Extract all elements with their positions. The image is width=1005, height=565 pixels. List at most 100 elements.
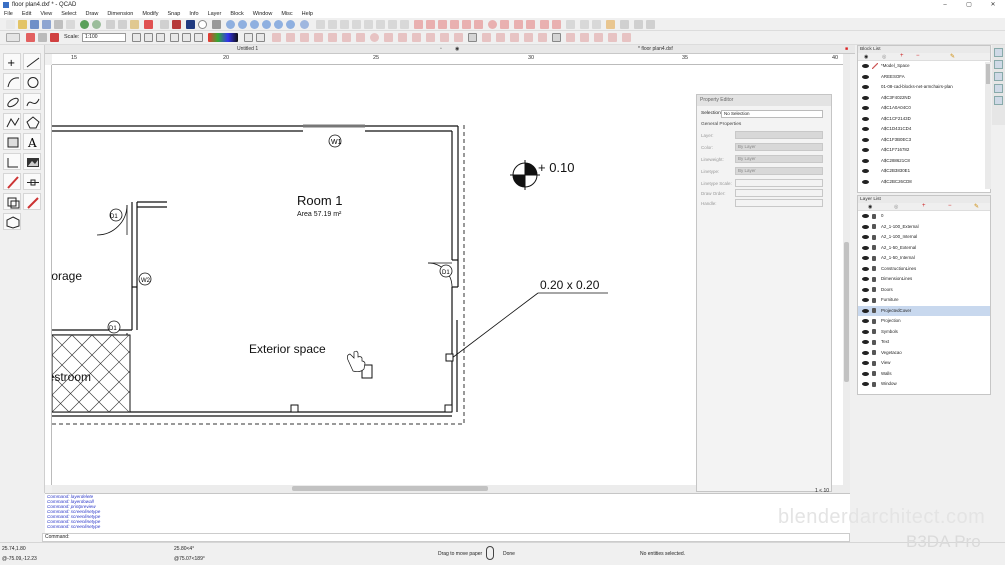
eye-icon[interactable] xyxy=(862,340,869,344)
hide-all-layers-icon[interactable]: ◎ xyxy=(894,204,898,210)
zoom-pan-icon[interactable] xyxy=(286,20,295,29)
eye-icon[interactable] xyxy=(862,245,869,250)
prop-field-layer[interactable] xyxy=(735,131,823,139)
lock-icon[interactable] xyxy=(872,350,876,355)
image-tool-icon[interactable] xyxy=(23,153,41,170)
block-item[interactable]: A$C1A0A04C0 xyxy=(858,103,990,114)
undo-icon[interactable] xyxy=(80,20,89,29)
close-document-icon[interactable]: ■ xyxy=(845,45,848,54)
lock-icon[interactable] xyxy=(872,255,876,261)
block-item[interactable]: A$C1D431CD4 xyxy=(858,124,990,135)
tab-untitled-1[interactable]: Untitled 1 xyxy=(237,45,258,54)
menu-block[interactable]: Block xyxy=(230,10,243,18)
block-tool-icon-left[interactable] xyxy=(3,193,21,210)
block-item[interactable]: A$C2B3830E1 xyxy=(858,166,990,177)
info-angle-icon[interactable] xyxy=(592,20,601,29)
snap-apparent-icon[interactable] xyxy=(622,33,631,42)
snap-coordinate-icon[interactable] xyxy=(398,33,407,42)
eye-icon[interactable] xyxy=(862,298,869,302)
dock-toggle-icon[interactable] xyxy=(994,72,1003,81)
snap-middle-2-icon[interactable] xyxy=(314,33,323,42)
dock-toggle-icon[interactable] xyxy=(994,96,1003,105)
tab-floor-plan[interactable]: * floor plan4.dxf xyxy=(638,45,673,54)
eye-icon[interactable] xyxy=(862,371,869,376)
redo-icon[interactable] xyxy=(92,20,101,29)
eye-icon[interactable] xyxy=(862,382,869,386)
snap-tool-icon[interactable] xyxy=(23,173,41,190)
menu-view[interactable]: View xyxy=(40,10,52,18)
lock-icon[interactable] xyxy=(872,339,876,345)
dock-toggle-icon[interactable] xyxy=(994,60,1003,69)
display-icon[interactable] xyxy=(186,20,195,29)
eye-icon[interactable] xyxy=(862,329,869,334)
horizontal-scroll-thumb[interactable] xyxy=(292,486,488,491)
restrict-horizontal-icon[interactable] xyxy=(412,33,421,42)
layer-item[interactable]: Projection xyxy=(858,316,990,327)
prop-field-linetype-scale[interactable] xyxy=(735,179,823,187)
modify-tool-icon[interactable] xyxy=(3,173,21,190)
zoom-previous-icon[interactable] xyxy=(262,20,271,29)
print-icon[interactable] xyxy=(54,20,63,29)
layer-item[interactable]: A2_1-100_External xyxy=(858,222,990,233)
arc-tool-icon[interactable] xyxy=(3,73,21,90)
color-print-icon[interactable] xyxy=(194,33,203,42)
menu-layer[interactable]: Layer xyxy=(208,10,222,18)
paste-icon[interactable] xyxy=(130,20,139,29)
layer-item[interactable]: A2_1-50_External xyxy=(858,243,990,254)
eye-icon[interactable] xyxy=(862,266,869,271)
pointer-icon[interactable] xyxy=(6,33,20,42)
lock-icon[interactable] xyxy=(872,224,876,229)
snap-relative-icon[interactable] xyxy=(510,33,519,42)
eye-icon[interactable] xyxy=(862,148,869,152)
lock-icon[interactable] xyxy=(872,360,876,366)
show-all-layers-icon[interactable]: ◉ xyxy=(868,204,872,210)
block-item[interactable]: AREESOFA xyxy=(858,72,990,83)
eye-icon[interactable] xyxy=(862,158,869,163)
block-item[interactable]: A$C288621C8 xyxy=(858,156,990,167)
layer-item[interactable]: Symbols xyxy=(858,327,990,338)
layer-item[interactable]: 0 xyxy=(858,211,990,222)
ellipse-tool-icon[interactable] xyxy=(3,93,21,110)
snap-offset-icon[interactable] xyxy=(496,33,505,42)
zoom-out-icon[interactable] xyxy=(238,20,247,29)
center-page-icon[interactable] xyxy=(144,33,153,42)
print-small-icon[interactable] xyxy=(38,33,47,42)
eye-icon[interactable] xyxy=(862,256,869,260)
point-tool-icon[interactable]: + xyxy=(3,53,21,70)
zoom-auto-icon[interactable] xyxy=(250,20,259,29)
pen-icon[interactable] xyxy=(172,20,181,29)
block-item[interactable]: A$C1F3B0EC3 xyxy=(858,135,990,146)
tab-pin-icon[interactable]: ◉ xyxy=(455,45,459,54)
snap-extension-icon[interactable] xyxy=(566,33,575,42)
menu-help[interactable]: Help xyxy=(302,10,313,18)
black-white-icon[interactable] xyxy=(182,33,191,42)
block-item[interactable]: A$C3F4022ND xyxy=(858,93,990,104)
show-all-blocks-icon[interactable]: ◉ xyxy=(864,54,868,60)
3d-tool-icon[interactable] xyxy=(3,213,21,230)
eye-icon[interactable] xyxy=(862,85,869,89)
snap-center-2-icon[interactable] xyxy=(328,33,337,42)
draw-order-icon[interactable] xyxy=(23,193,41,210)
eye-icon[interactable] xyxy=(862,64,869,68)
cancel-icon[interactable] xyxy=(26,33,35,42)
landscape-icon[interactable] xyxy=(156,33,165,42)
snap-grid-icon[interactable] xyxy=(328,20,337,29)
modify-round-icon[interactable] xyxy=(488,20,497,29)
eye-icon[interactable] xyxy=(862,214,869,218)
menu-draw[interactable]: Draw xyxy=(85,10,98,18)
hide-all-blocks-icon[interactable]: ◎ xyxy=(882,54,886,60)
snap-on-entity-icon[interactable] xyxy=(342,33,351,42)
scale-dropdown[interactable]: 1:100 xyxy=(82,33,126,42)
selection-dropdown[interactable]: No Selection xyxy=(721,110,823,118)
command-input[interactable]: Command: xyxy=(42,533,850,542)
block-item[interactable]: *Model_Space xyxy=(858,61,990,72)
lock-icon[interactable] xyxy=(872,266,876,271)
edit-layer-icon[interactable]: ✎ xyxy=(974,203,979,210)
remove-layer-icon[interactable]: − xyxy=(948,203,952,209)
prop-field-linetype[interactable]: By Layer xyxy=(735,167,823,175)
spline-tool-icon[interactable] xyxy=(23,93,41,110)
lock-icon[interactable] xyxy=(872,308,876,313)
eye-icon[interactable] xyxy=(862,137,869,142)
snap-end-2-icon[interactable] xyxy=(300,33,309,42)
restrict-vertical-icon[interactable] xyxy=(426,33,435,42)
